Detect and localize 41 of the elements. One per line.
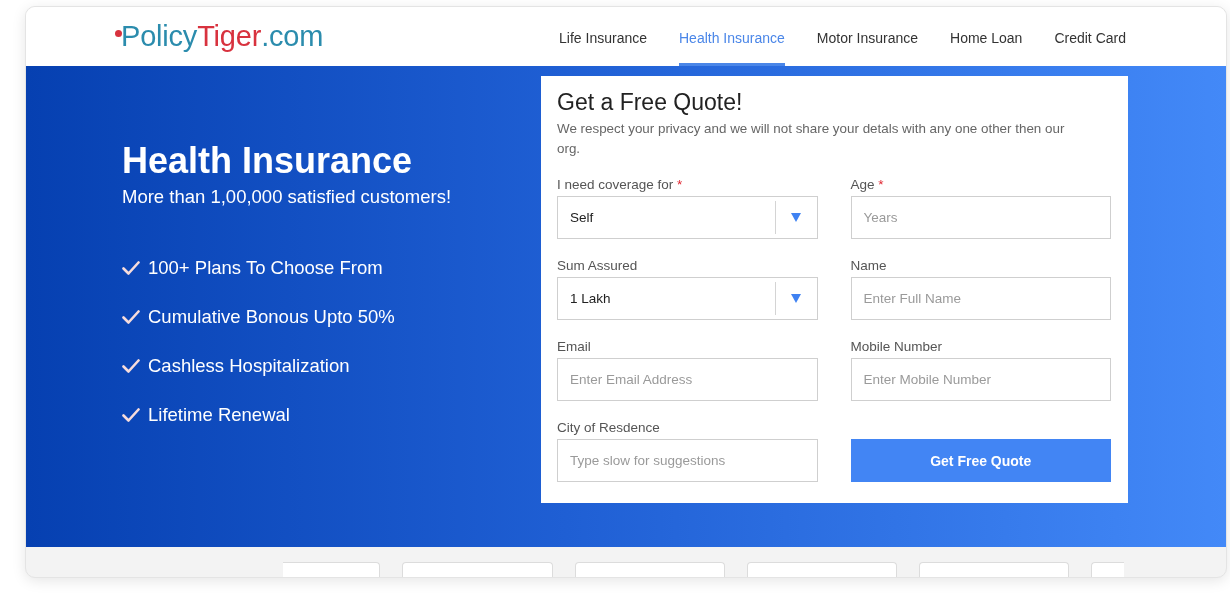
input-field[interactable]: Enter Full Name — [850, 277, 1111, 320]
field-label: I need coverage for * — [557, 177, 683, 193]
form-title: Get a Free Quote! — [557, 88, 744, 116]
field-label: Email — [557, 339, 591, 355]
nav-tab[interactable]: Life Insurance — [559, 7, 647, 66]
input-field[interactable]: Type slow for suggestions — [557, 439, 818, 482]
hero-title: Health Insurance — [122, 139, 414, 182]
nav-tab[interactable]: Motor Insurance — [816, 7, 918, 66]
carousel-card[interactable] — [747, 562, 897, 577]
feature-text: Cashless Hospitalization — [148, 354, 350, 378]
feature-text: Cumulative Bonous Upto 50% — [148, 305, 395, 329]
input-field[interactable]: Enter Mobile Number — [850, 358, 1111, 401]
check-icon — [122, 261, 140, 275]
nav-tab[interactable]: Home Loan — [950, 7, 1023, 66]
carousel-card[interactable] — [402, 562, 553, 577]
check-icon — [122, 408, 140, 422]
hero-subtitle: More than 1,00,000 satisfied customers! — [122, 185, 453, 209]
form-description: We respect your privacy and we will not share your detals with any one other then our org. — [557, 120, 1066, 158]
field-label: Age * — [850, 177, 884, 193]
carousel-card[interactable] — [1091, 562, 1124, 577]
field-label: Sum Assured — [557, 258, 638, 274]
field-label: Mobile Number — [850, 339, 943, 355]
check-icon — [122, 359, 140, 373]
input-field[interactable]: Enter Email Address — [557, 358, 818, 401]
feature-text: 100+ Plans To Choose From — [148, 256, 383, 280]
dropdown[interactable]: Self — [557, 196, 818, 239]
caret-down-icon — [791, 213, 801, 222]
carousel-card[interactable] — [283, 562, 380, 577]
caret-down-icon — [791, 294, 801, 303]
carousel-card[interactable] — [575, 562, 725, 577]
field-label: City of Resdence — [557, 420, 660, 436]
nav-tab[interactable]: Credit Card — [1054, 7, 1126, 66]
dropdown[interactable]: 1 Lakh — [557, 277, 818, 320]
check-icon — [122, 310, 140, 324]
logo-dot-icon — [115, 30, 122, 37]
submit-button[interactable]: Get Free Quote — [850, 439, 1111, 482]
field-label: Name — [850, 258, 887, 274]
input-field[interactable]: Years — [850, 196, 1111, 239]
logo[interactable]: PolicyTiger.com — [115, 20, 324, 53]
carousel-card[interactable] — [919, 562, 1069, 577]
feature-text: Lifetime Renewal — [148, 403, 290, 427]
